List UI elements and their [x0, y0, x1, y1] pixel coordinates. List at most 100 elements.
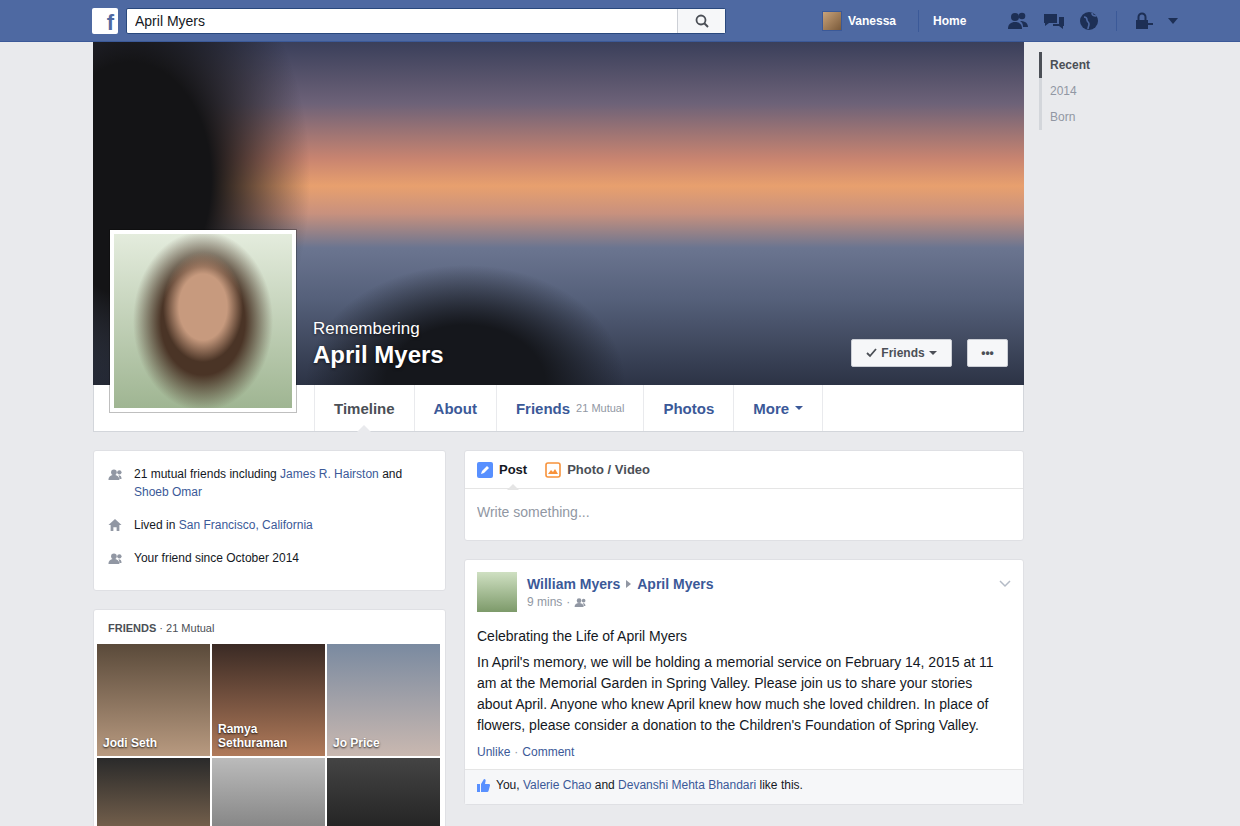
user-avatar — [822, 11, 842, 31]
composer-tab[interactable]: Photo / Video — [545, 451, 650, 489]
privacy-lock-icon — [1133, 11, 1155, 31]
account-menu-icon — [1167, 17, 1179, 25]
author-avatar[interactable] — [477, 572, 517, 612]
intro-text-part: Lived in — [134, 518, 179, 532]
target-name[interactable]: April Myers — [637, 576, 713, 592]
pencil-icon — [477, 462, 493, 478]
post-header: William Myers April Myers 9 mins · — [477, 572, 1011, 612]
timeline-nav-item[interactable]: Recent — [1039, 52, 1159, 78]
nav-tab[interactable]: Friends21 Mutual — [496, 385, 644, 431]
post-meta: William Myers April Myers 9 mins · — [527, 572, 714, 612]
intro-text: 21 mutual friends including James R. Hai… — [134, 465, 431, 501]
composer-tabs: Post Photo / Video — [465, 451, 1023, 489]
time-separator: · — [566, 595, 570, 609]
user-name[interactable]: Vanessa — [848, 14, 896, 28]
friend-name[interactable]: Jodi Seth — [103, 736, 157, 750]
composer-input[interactable] — [465, 489, 1023, 540]
left-column: 21 mutual friends including James R. Hai… — [93, 450, 446, 826]
nav-tab[interactable]: About — [414, 385, 496, 431]
post-body: In April's memory, we will be holding a … — [477, 652, 1011, 736]
friend-name[interactable]: Jo Price — [333, 736, 380, 750]
nav-tab[interactable]: Timeline — [314, 385, 414, 431]
post-time[interactable]: 9 mins — [527, 595, 562, 609]
top-icons — [1006, 10, 1179, 32]
intro-link[interactable]: San Francisco, California — [179, 518, 313, 532]
friends-card: FRIENDS · 21 Mutual Jodi Seth Ramya Sethur… — [93, 609, 446, 826]
intro-row: Your friend since October 2014 — [108, 549, 431, 567]
right-column: Post Photo / Video William Myers April Myer… — [464, 450, 1024, 826]
intro-text-part: Your friend since October 2014 — [134, 551, 299, 565]
divider — [1116, 11, 1117, 31]
profile-content: RememberingApril MyersFriends•••Timeline… — [93, 42, 1024, 826]
nav-tab[interactable]: More — [733, 385, 823, 431]
intro-text-part: 21 mutual friends including — [134, 467, 280, 481]
profile-picture[interactable] — [110, 230, 296, 412]
profile-link[interactable]: Vanessa — [822, 11, 896, 31]
photo-icon — [545, 462, 561, 478]
comment-link[interactable]: Comment — [522, 745, 574, 759]
liker-link[interactable]: Valerie Chao — [523, 778, 591, 792]
chevron-down-icon — [999, 580, 1011, 588]
search-icon — [695, 14, 709, 28]
home-link[interactable]: Home — [918, 10, 966, 32]
friend-tile[interactable]: Jodi Seth — [97, 644, 210, 756]
friends-title[interactable]: FRIENDS — [108, 622, 156, 634]
messages-icon — [1042, 11, 1066, 31]
columns: 21 mutual friends including James R. Hai… — [93, 450, 1024, 826]
likes-text-part: like this. — [756, 778, 803, 792]
friends-button-label: Friends — [881, 346, 924, 360]
friend-name[interactable]: Ramya Sethuraman — [218, 722, 325, 750]
nav-tab-count: 21 Mutual — [576, 402, 624, 414]
likes-text: You, Valerie Chao and Devanshi Mehta Bha… — [496, 778, 803, 792]
intro-row: Lived in San Francisco, California — [108, 516, 431, 534]
friends-icon — [108, 468, 122, 480]
search-input[interactable] — [127, 9, 677, 33]
thumbs-up-icon — [477, 779, 490, 792]
liked-state — [477, 779, 490, 792]
intro-row: 21 mutual friends including James R. Hai… — [108, 465, 431, 501]
friend-tile[interactable] — [97, 758, 210, 826]
composer-tab[interactable]: Post — [477, 451, 527, 489]
nav-tab-label: Timeline — [334, 400, 395, 417]
action-separator: · — [514, 745, 518, 759]
facebook-logo[interactable]: f — [92, 8, 118, 34]
friend-tile[interactable]: Ramya Sethuraman — [212, 644, 325, 756]
post-names: William Myers April Myers — [527, 576, 714, 592]
friends-header: FRIENDS · 21 Mutual — [94, 610, 445, 644]
notifications-globe-icon — [1078, 10, 1100, 32]
friend-tile[interactable] — [212, 758, 325, 826]
intro-text: Lived in San Francisco, California — [134, 516, 313, 534]
nav-tab[interactable]: Photos — [643, 385, 733, 431]
timeline-nav-item[interactable]: Born — [1039, 104, 1159, 130]
friends-separator: · — [159, 622, 163, 634]
timeline-nav: Recent2014Born — [1039, 42, 1159, 826]
friends-count: 21 Mutual — [166, 622, 214, 634]
more-options-button[interactable]: ••• — [967, 339, 1008, 367]
search-button[interactable] — [677, 9, 725, 33]
intro-link[interactable]: Shoeb Omar — [134, 485, 202, 499]
post-title: Celebrating the Life of April Myers — [477, 626, 1011, 646]
nav-tab-label: More — [753, 400, 789, 417]
friend-requests-icon — [1006, 11, 1030, 31]
intro-link[interactable]: James R. Hairston — [280, 467, 379, 481]
friends-button[interactable]: Friends — [851, 339, 952, 367]
profile-name[interactable]: April Myers — [313, 340, 444, 370]
remembering-label: Remembering — [313, 318, 444, 340]
caret-icon — [929, 351, 937, 355]
intro-text: Your friend since October 2014 — [134, 549, 299, 567]
unlike-link[interactable]: Unlike — [477, 745, 510, 759]
friend-tile[interactable]: Jo Price — [327, 644, 440, 756]
friend-tile[interactable] — [327, 758, 440, 826]
caret-icon — [795, 406, 803, 410]
intro-card: 21 mutual friends including James R. Hai… — [93, 450, 446, 591]
timeline-nav-item[interactable]: 2014 — [1039, 78, 1159, 104]
friends-grid: Jodi Seth Ramya Sethuraman Jo Price — [94, 644, 445, 826]
author-name[interactable]: William Myers — [527, 576, 620, 592]
post-options[interactable] — [999, 574, 1011, 592]
composer-tab-kind — [545, 462, 561, 478]
main-area: RememberingApril MyersFriends•••Timeline… — [0, 42, 1240, 826]
liker-link[interactable]: Devanshi Mehta Bhandari — [618, 778, 756, 792]
check-icon — [866, 348, 877, 358]
home-icon — [108, 519, 122, 531]
more-options-label: ••• — [981, 346, 994, 360]
